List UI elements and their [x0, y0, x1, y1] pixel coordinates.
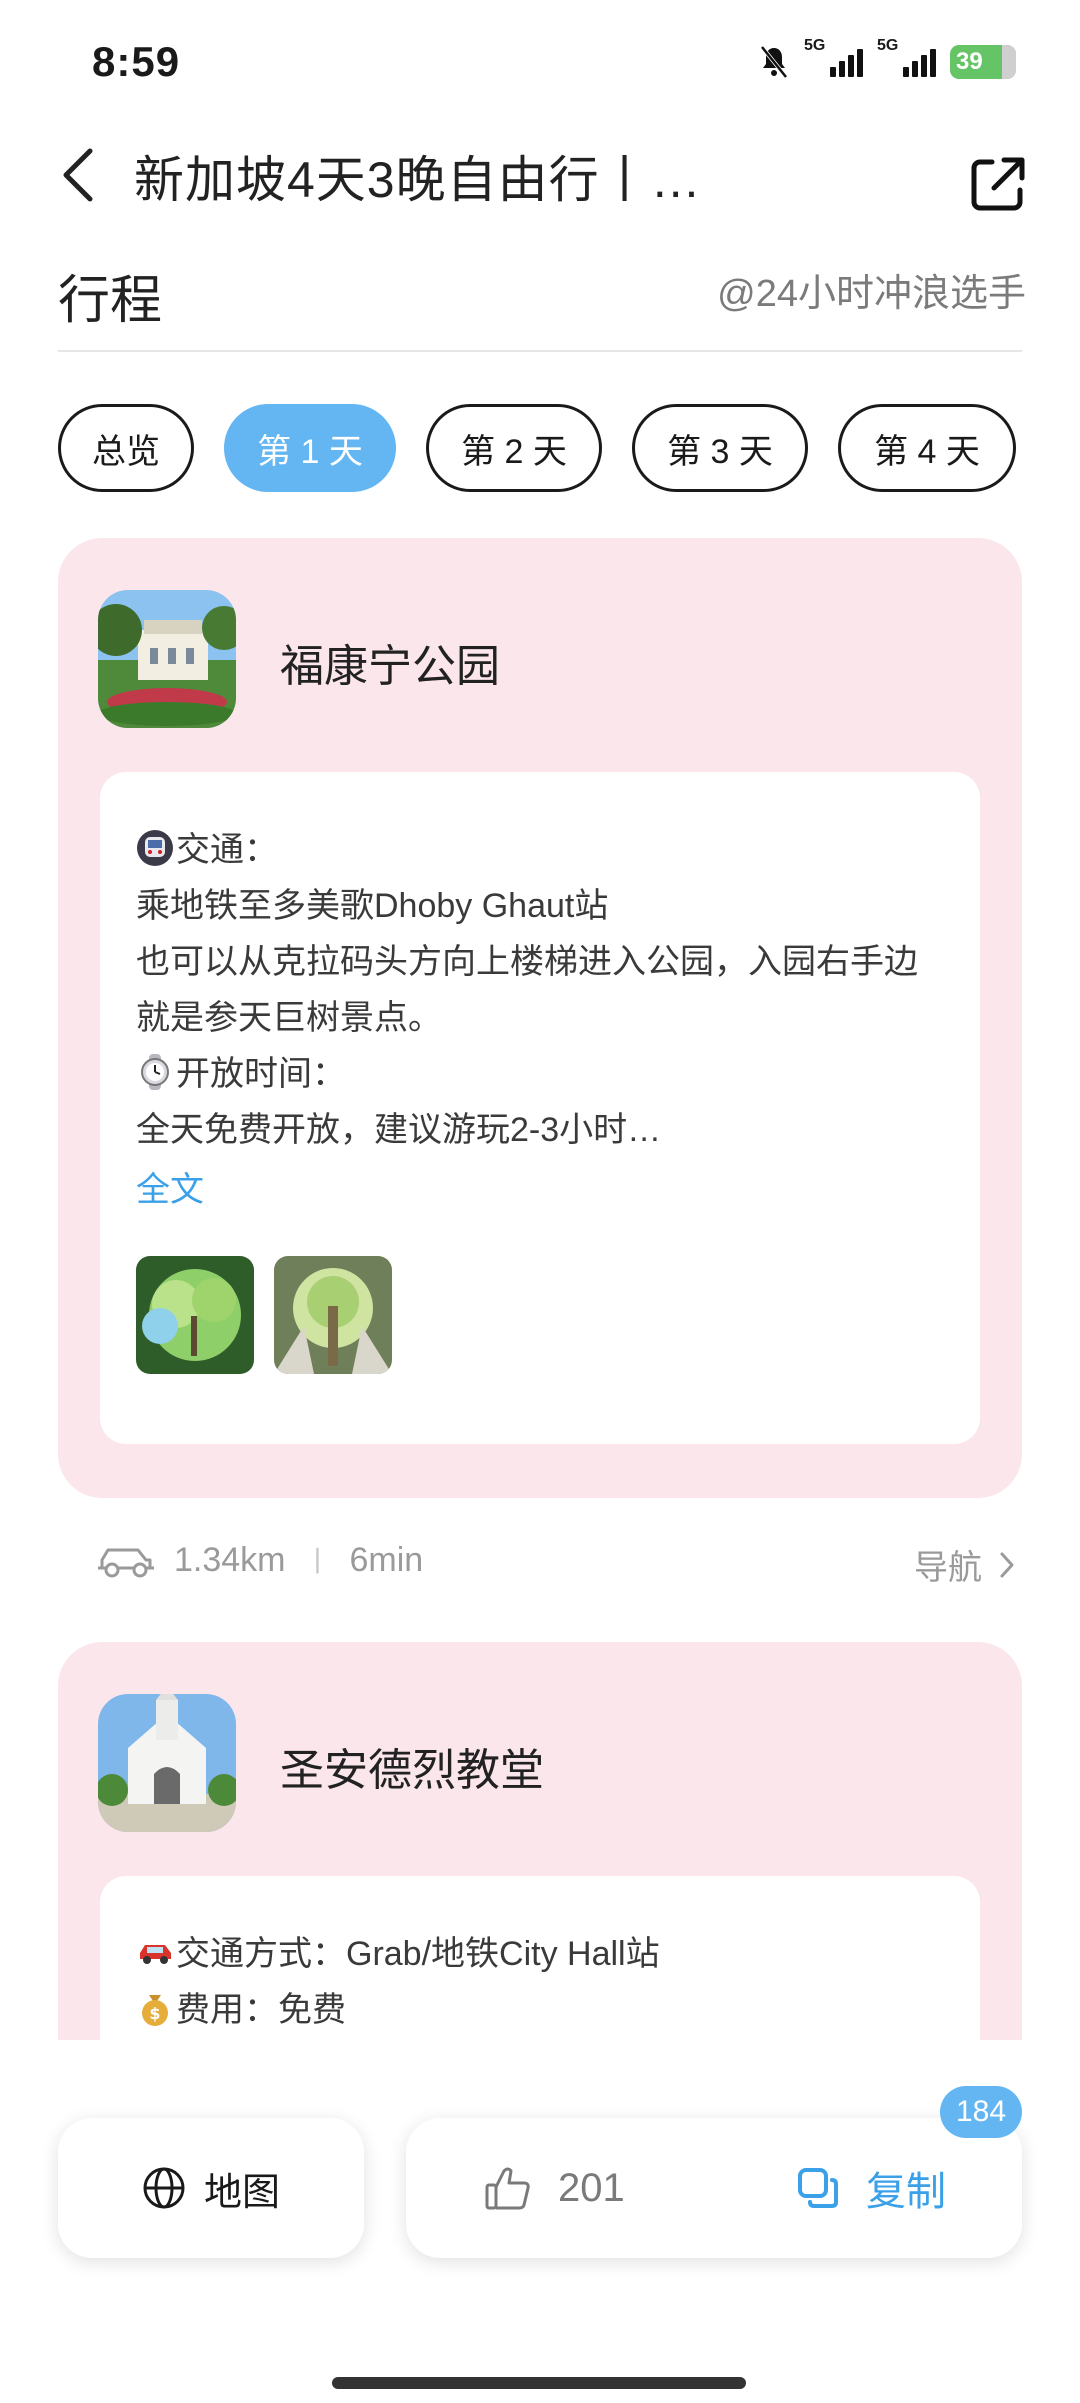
- chevron-right-icon: [1000, 1552, 1014, 1577]
- route-duration: 6min: [349, 1540, 424, 1579]
- tab-day-3[interactable]: 第 3 天: [632, 404, 808, 492]
- globe-icon: [143, 2167, 185, 2209]
- detail-text: 开放时间：: [176, 1055, 346, 1093]
- detail-text: 全天免费开放，建议游玩2-3小时…: [136, 1111, 662, 1149]
- like-button[interactable]: 201: [484, 2118, 625, 2258]
- car-outline-icon: [98, 1548, 154, 1578]
- tab-day-2[interactable]: 第 2 天: [426, 404, 602, 492]
- tab-day-4[interactable]: 第 4 天: [838, 404, 1016, 492]
- detail-text: 乘地铁至多美歌Dhoby Ghaut站: [136, 887, 609, 925]
- navigate-label: 导航: [914, 1549, 982, 1587]
- navigate-link[interactable]: 导航: [914, 1540, 1016, 1589]
- place-card[interactable]: 福康宁公园 交通： 乘地铁至多美歌Dhoby Ghaut站 也可以从克拉码头方向…: [58, 538, 1022, 1498]
- detail-text: 就是参天巨树景点。: [136, 999, 442, 1037]
- detail-text: 交通：: [176, 831, 278, 869]
- copy-label: 复制: [866, 2170, 946, 2214]
- detail-line: 交通：: [136, 822, 278, 871]
- status-time: 8:59: [92, 38, 181, 85]
- route-separator: 丨: [303, 1546, 332, 1577]
- battery-icon: 39: [950, 45, 1016, 79]
- battery-level: 39: [956, 48, 983, 75]
- detail-line: 开放时间：: [136, 1046, 346, 1095]
- place-name: 福康宁公园: [280, 642, 500, 691]
- detail-line: 交通方式：Grab/地铁City Hall站: [136, 1926, 660, 1975]
- copy-count-badge: 184: [940, 2086, 1023, 2138]
- day-tabs: 总览 第 1 天 第 2 天 第 3 天 第 4 天: [58, 404, 1016, 492]
- network-label-2: 5G: [877, 37, 899, 54]
- tab-overview[interactable]: 总览: [58, 404, 194, 492]
- action-bar: 201 复制: [406, 2118, 1022, 2258]
- back-button[interactable]: [48, 140, 108, 210]
- place-thumbnail: [98, 590, 236, 728]
- detail-text: 交通方式：Grab/地铁City Hall站: [176, 1935, 660, 1973]
- place-thumbnail: [98, 1694, 236, 1832]
- route-distance: 1.34km: [174, 1540, 286, 1579]
- map-button[interactable]: 地图: [58, 2118, 364, 2258]
- detail-line: 也可以从克拉码头方向上楼梯进入公园，入园右手边: [136, 934, 918, 983]
- author-link[interactable]: @24小时冲浪选手: [717, 262, 1026, 317]
- detail-line: 乘地铁至多美歌Dhoby Ghaut站: [136, 878, 608, 927]
- detail-text: 费用：免费: [176, 1991, 346, 2029]
- detail-line: 全天免费开放，建议游玩2-3小时…: [136, 1102, 661, 1151]
- route-info: 1.34km 丨 6min: [96, 1540, 423, 1580]
- page-title: 新加坡4天3晚自由行丨…: [134, 152, 702, 208]
- signal-icon: 5G: [804, 37, 863, 77]
- place-name: 圣安德烈教堂: [280, 1746, 544, 1795]
- bell-muted-icon: [760, 45, 788, 79]
- share-icon: [971, 157, 1025, 211]
- signal-icon-2: 5G: [877, 37, 936, 77]
- share-button[interactable]: [968, 154, 1028, 214]
- status-icons: 5G 5G 39: [758, 37, 1016, 84]
- network-label: 5G: [804, 37, 826, 54]
- svg-text:$: $: [149, 2004, 160, 2023]
- thumbs-up-icon: [485, 2167, 530, 2210]
- money-bag-icon: $: [142, 1995, 168, 2026]
- detail-line: 就是参天巨树景点。: [136, 990, 442, 1039]
- photo-thumbnail[interactable]: [274, 1256, 392, 1374]
- metro-icon: [137, 830, 173, 866]
- photo-thumbnail[interactable]: [136, 1256, 254, 1374]
- tab-day-1[interactable]: 第 1 天: [224, 404, 396, 492]
- detail-line: $ 费用：免费: [136, 1982, 346, 2031]
- copy-button[interactable]: 复制: [796, 2118, 946, 2258]
- home-indicator[interactable]: [332, 2377, 746, 2389]
- divider: [58, 350, 1022, 352]
- detail-text: 也可以从克拉码头方向上楼梯进入公园，入园右手边: [136, 943, 918, 981]
- car-icon: [140, 1945, 171, 1964]
- chevron-left-icon: [63, 148, 93, 202]
- copy-icon: [798, 2168, 838, 2208]
- full-text-link[interactable]: 全文: [136, 1162, 204, 1211]
- section-title: 行程: [58, 272, 163, 330]
- map-label: 地图: [203, 2171, 280, 2214]
- place-details: 交通： 乘地铁至多美歌Dhoby Ghaut站 也可以从克拉码头方向上楼梯进入公…: [100, 772, 980, 1444]
- watch-icon: [141, 1054, 169, 1090]
- like-count: 201: [558, 2165, 625, 2210]
